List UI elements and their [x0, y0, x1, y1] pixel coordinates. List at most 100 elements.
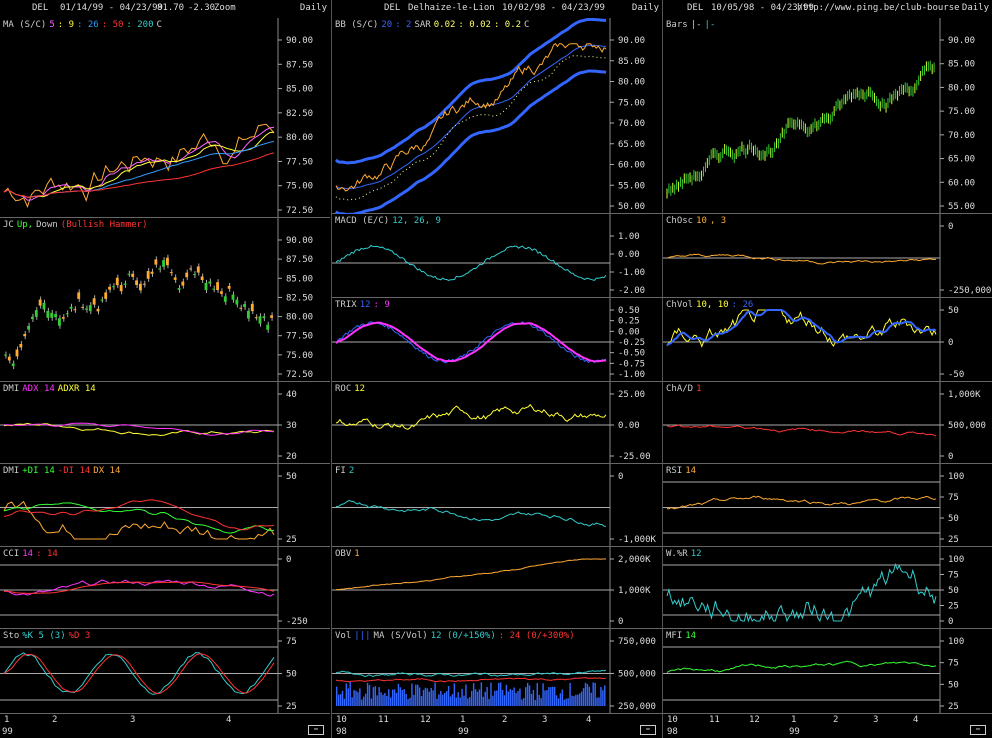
volume-bar	[361, 699, 363, 706]
period-selector[interactable]: Daily	[300, 3, 327, 13]
scroll-handle[interactable]: ⇔	[970, 725, 986, 735]
y-tick-label: 80.00	[618, 78, 645, 88]
candle-body	[235, 299, 239, 305]
legend-item: Vol	[335, 631, 352, 641]
panel-roc[interactable]: 25.00 0.00 -25.00 ROC 12	[332, 382, 662, 464]
volume-bar	[357, 692, 359, 706]
panel-macd[interactable]: 1.00 0.00 -1.00 -2.00 MACD (E/C) 12, 26, 9	[332, 214, 662, 298]
year-label: 99	[458, 727, 469, 737]
volume-bar	[393, 689, 396, 706]
panel-chvol[interactable]: 50 0 -50 ChVol 10, 10: 26	[663, 298, 992, 382]
y-tick-label: 25.00	[618, 390, 645, 400]
volume-bar	[563, 699, 565, 706]
x-tick-label: 12	[420, 715, 431, 725]
panel-ma[interactable]: 90.00 87.50 85.00 82.50 80.00 77.50 75.00 72.50…	[0, 18, 330, 218]
legend-item: MA (S/C)	[3, 20, 47, 30]
scroll-handle[interactable]: ⇔	[640, 725, 656, 735]
volume-bar	[471, 691, 473, 706]
volume-bar	[525, 687, 527, 706]
url-link[interactable]: http://www.ping.be/club-bourse	[797, 3, 960, 13]
year-label: 98	[336, 727, 347, 737]
y-tick-label: 1,000K	[618, 586, 651, 596]
volume-bar	[424, 687, 427, 706]
legend-item: 1	[696, 384, 702, 394]
legend-item: 12 (0/+150%)	[430, 631, 496, 641]
candle-body	[146, 270, 150, 279]
candle-body	[169, 272, 173, 274]
volume-bar	[417, 684, 419, 706]
panel-fi[interactable]: 0 -1,000K FI 2	[332, 464, 662, 547]
panel-label: W.%R 12	[666, 549, 705, 559]
panel-chad[interactable]: 1,000K 500,000 0 ChA/D 1	[663, 382, 992, 464]
scroll-handle[interactable]: ⇔	[308, 725, 324, 735]
panel-dmi-adx[interactable]: 40 30 20 DMI ADX 14 ADXR 14	[0, 382, 330, 464]
panel-trix[interactable]: 0.50 0.25 0.00 -0.25 -0.50 -0.75 -1.00 TRIX 12: …	[332, 298, 662, 382]
volume-bar	[569, 682, 571, 706]
panel-volume[interactable]: 750,000 500,000 250,000 Vol ||| MA (S/Vol) 12 …	[332, 629, 662, 714]
y-tick-label: 0.50	[618, 306, 640, 316]
candle-body	[96, 308, 100, 312]
x-tick-label: 3	[130, 715, 136, 725]
candle-body	[239, 307, 243, 309]
volume-bar	[355, 690, 357, 706]
panel-cci[interactable]: 0 -250 CCI 14: 14	[0, 547, 330, 629]
y-tick-label: 55.00	[948, 202, 975, 212]
volume-bar	[432, 690, 434, 706]
volume-bar	[515, 693, 517, 706]
candle-body	[193, 274, 196, 276]
y-tick-label: 500,000	[948, 421, 986, 431]
volume-bar	[511, 690, 513, 706]
candle-body	[266, 324, 270, 330]
candle-body	[204, 282, 208, 291]
candle-body	[177, 288, 181, 290]
volume-bar	[501, 689, 504, 706]
y-tick-label: -2.00	[618, 286, 645, 296]
period-selector[interactable]: Daily	[962, 3, 989, 13]
panel-rsi[interactable]: 100 75 50 25 RSI 14	[663, 464, 992, 547]
volume-bar	[536, 683, 538, 706]
panel-mfi[interactable]: 100 75 50 25 MFI 14	[663, 629, 992, 714]
volume-bar	[573, 696, 575, 706]
bb-middle	[335, 44, 607, 190]
panel-label: JC Up, Down (Bullish Hammer)	[3, 220, 151, 230]
y-tick-label: 75.00	[618, 98, 645, 108]
zoom-button[interactable]: Zoom	[214, 3, 236, 13]
x-tick-label: 4	[226, 715, 232, 725]
candle-body	[11, 363, 15, 367]
volume-bar	[517, 691, 519, 706]
legend-item: BB (S/C)	[335, 20, 379, 30]
chart-column-1: DEL 01/14/99 - 04/23/99 81.70 -2.30 Zoom…	[0, 0, 331, 738]
bb-upper	[334, 18, 607, 165]
period-selector[interactable]: Daily	[632, 3, 659, 13]
volume-bar	[434, 682, 436, 706]
candle-body	[135, 280, 138, 285]
legend-item: OBV	[335, 549, 352, 559]
panel-sto[interactable]: 75 50 25 Sto %K 5 (3) %D 3	[0, 629, 330, 714]
y-tick-label: 40	[286, 390, 297, 400]
y-tick-label: 0	[948, 338, 953, 348]
legend-item: ChVol	[666, 300, 694, 310]
x-tick-label: 11	[378, 715, 389, 725]
legend-item: -DI 14	[57, 466, 91, 476]
panel-bb[interactable]: 90.00 85.00 80.00 75.00 70.00 65.00 60.00 55.00…	[332, 18, 662, 214]
candle-body	[100, 299, 104, 301]
panel-jc[interactable]: 90.00 87.50 85.00 82.50 80.00 77.50 75.00 72.50…	[0, 218, 330, 382]
candle-body	[15, 349, 19, 357]
year-label: 99	[2, 727, 13, 737]
volume-bar	[380, 692, 382, 706]
panel-obv[interactable]: 2,000K 1,000K 0 OBV 1	[332, 547, 662, 629]
volume-bar	[336, 686, 338, 706]
candle-body	[119, 285, 123, 292]
panel-williams[interactable]: 100 75 50 25 0 W.%R 12	[663, 547, 992, 629]
panel-bars[interactable]: 90.00 85.00 80.00 75.00 70.00 65.00 60.00 55.00…	[663, 18, 992, 214]
panel-chosc[interactable]: 0 -250,000 ChOsc 10, 3	[663, 214, 992, 298]
volume-bar	[567, 698, 569, 706]
y-tick-label: 0	[618, 472, 623, 482]
candle-body	[181, 281, 185, 286]
y-tick-label: 100	[948, 637, 964, 647]
volume-bar	[604, 685, 606, 706]
legend-item: TRIX	[335, 300, 357, 310]
volume-bar	[580, 691, 583, 706]
panel-dmi-di[interactable]: 50 25 DMI +DI 14 -DI 14 DX 14	[0, 464, 330, 547]
y-tick-label: 50	[948, 514, 959, 524]
